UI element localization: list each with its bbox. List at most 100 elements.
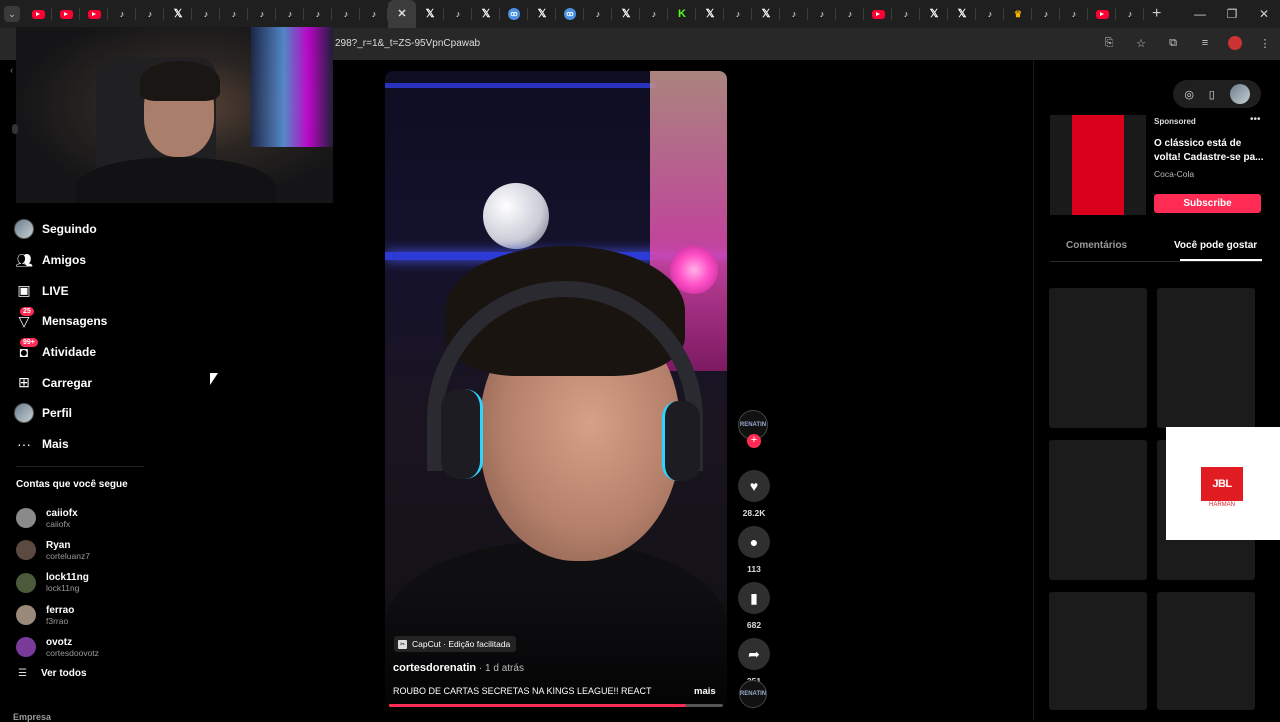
see-all-button[interactable]: ☰ Ver todos xyxy=(18,668,87,679)
share-button[interactable]: ➦ xyxy=(738,638,770,670)
browser-tab[interactable] xyxy=(1088,0,1116,28)
browser-tab[interactable]: ♪ xyxy=(248,0,276,28)
sidebar-item-perfil[interactable]: Perfil xyxy=(14,398,107,429)
browser-tab[interactable]: ♪ xyxy=(360,0,388,28)
sidebar-item-amigos[interactable]: 👥︎ Amigos xyxy=(14,245,107,276)
browser-tab[interactable]: 𝕏 xyxy=(920,0,948,28)
video-author[interactable]: cortesdorenatin · 1 d atrás xyxy=(393,662,524,674)
subscribe-button[interactable]: Subscribe xyxy=(1154,194,1261,213)
tab-you-may-like[interactable]: Você pode gostar xyxy=(1174,240,1257,251)
browser-tab[interactable]: ♪ xyxy=(1116,0,1144,28)
browser-tab[interactable]: 𝕏 xyxy=(472,0,500,28)
author-name[interactable]: cortesdorenatin xyxy=(393,662,476,674)
sidebar-item-mais[interactable]: ··· Mais xyxy=(14,429,107,460)
browser-tab[interactable]: ♪ xyxy=(640,0,668,28)
sidebar-item-live[interactable]: ▣ LIVE xyxy=(14,275,107,306)
ad-thumbnail[interactable] xyxy=(1050,115,1146,215)
browser-tab[interactable]: ✕ xyxy=(388,0,416,28)
browser-tab[interactable]: ♪ xyxy=(808,0,836,28)
sidebar-collapse-handle[interactable] xyxy=(12,124,18,134)
recommended-card[interactable] xyxy=(1049,288,1147,428)
browser-tab[interactable]: 𝕏 xyxy=(164,0,192,28)
browser-tab[interactable]: ♪ xyxy=(136,0,164,28)
following-account[interactable]: lock11ng lock11ng xyxy=(16,567,99,599)
browser-tab[interactable]: ♪ xyxy=(836,0,864,28)
browser-tab[interactable]: ♪ xyxy=(584,0,612,28)
meet-favicon-icon: ꝏ xyxy=(564,8,576,20)
recommended-card[interactable] xyxy=(1049,592,1147,710)
url-field[interactable]: 298?_r=1&_t=ZS-95VpnCpawab xyxy=(335,38,480,49)
browser-profile-avatar[interactable] xyxy=(1228,36,1242,50)
notification-badge: 99+ xyxy=(20,338,38,348)
video-progress-bar[interactable] xyxy=(389,704,723,707)
user-avatar[interactable] xyxy=(1229,84,1250,104)
like-button[interactable]: ♥ xyxy=(738,470,770,502)
install-app-icon[interactable]: ⎘ xyxy=(1100,34,1118,52)
ad-options-icon[interactable]: ••• xyxy=(1250,114,1261,125)
browser-tab[interactable]: ♪ xyxy=(892,0,920,28)
video-player[interactable] xyxy=(385,71,727,707)
browser-tab[interactable]: ♪ xyxy=(1060,0,1088,28)
restore-button[interactable]: ❐ xyxy=(1216,0,1248,28)
browser-tab[interactable]: 𝕏 xyxy=(948,0,976,28)
browser-tab[interactable]: ♛ xyxy=(1004,0,1032,28)
following-account[interactable]: caiiofx caiiofx xyxy=(16,502,99,534)
recommended-card[interactable] xyxy=(1157,288,1255,428)
bookmark-star-icon[interactable]: ☆ xyxy=(1132,34,1150,52)
browser-tab[interactable]: ♪ xyxy=(304,0,332,28)
browser-tab[interactable] xyxy=(80,0,108,28)
device-icon[interactable]: ▯ xyxy=(1209,88,1215,101)
browser-tab[interactable]: 𝕏 xyxy=(528,0,556,28)
browser-tab[interactable]: 𝕏 xyxy=(416,0,444,28)
recommended-card[interactable] xyxy=(1157,592,1255,710)
minimize-button[interactable]: — xyxy=(1184,0,1216,28)
jbl-logo: JBL xyxy=(1201,467,1243,501)
tab-comments[interactable]: Comentários xyxy=(1066,240,1127,251)
jbl-popup[interactable]: JBL HARMAN xyxy=(1166,427,1280,540)
browser-tab[interactable]: ♪ xyxy=(976,0,1004,28)
x-favicon-icon: 𝕏 xyxy=(425,7,435,20)
compass-icon[interactable]: ◎ xyxy=(1184,88,1194,101)
browser-tab[interactable]: ♪ xyxy=(444,0,472,28)
following-account[interactable]: ferrao f3rrao xyxy=(16,599,99,631)
follow-plus-button[interactable]: + xyxy=(747,434,761,448)
footer-company-label[interactable]: Empresa xyxy=(13,712,51,722)
browser-tab[interactable] xyxy=(24,0,52,28)
browser-tab[interactable]: ♪ xyxy=(780,0,808,28)
tab-search-button[interactable]: ⌄ xyxy=(4,6,20,22)
browser-menu-icon[interactable]: ⋮ xyxy=(1256,34,1274,52)
browser-tab[interactable] xyxy=(864,0,892,28)
browser-tab[interactable]: ♪ xyxy=(1032,0,1060,28)
back-icon[interactable]: ‹ xyxy=(10,65,13,76)
following-account[interactable]: ovotz cortesdoovotz xyxy=(16,631,99,663)
ad-title[interactable]: O clássico está de volta! Cadastre-se pa… xyxy=(1154,137,1264,165)
browser-tab[interactable]: ♪ xyxy=(108,0,136,28)
close-window-button[interactable]: ✕ xyxy=(1248,0,1280,28)
browser-tab[interactable]: ꝏ xyxy=(556,0,584,28)
save-button[interactable]: ▮ xyxy=(738,582,770,614)
media-control-icon[interactable]: ≡ xyxy=(1196,34,1214,52)
sidebar-item-atividade[interactable]: ◘ 99+ Atividade xyxy=(14,337,107,368)
sidebar-item-mensagens[interactable]: ▽ 25 Mensagens xyxy=(14,306,107,337)
sidebar-item-carregar[interactable]: ⊞ Carregar xyxy=(14,367,107,398)
browser-tab[interactable] xyxy=(52,0,80,28)
extensions-icon[interactable]: ⧉ xyxy=(1164,34,1182,52)
browser-tab[interactable]: ♪ xyxy=(332,0,360,28)
caption-more-button[interactable]: mais xyxy=(694,686,716,697)
browser-tab[interactable]: ♪ xyxy=(192,0,220,28)
browser-tab[interactable]: ♪ xyxy=(724,0,752,28)
browser-tab[interactable]: 𝕏 xyxy=(752,0,780,28)
browser-tab[interactable]: ♪ xyxy=(220,0,248,28)
browser-tab[interactable]: 𝕏 xyxy=(612,0,640,28)
sound-disc-avatar[interactable]: RENATIN xyxy=(739,680,767,708)
sidebar-item-seguindo[interactable]: Seguindo xyxy=(14,214,107,245)
capcut-tag[interactable]: ✂ CapCut · Edição facilitada xyxy=(394,636,517,652)
comment-button[interactable]: ● xyxy=(738,526,770,558)
following-account[interactable]: Ryan corteluanz7 xyxy=(16,534,99,566)
browser-tab[interactable]: K xyxy=(668,0,696,28)
browser-tab[interactable]: ♪ xyxy=(276,0,304,28)
browser-tab[interactable]: ꝏ xyxy=(500,0,528,28)
browser-tab[interactable]: 𝕏 xyxy=(696,0,724,28)
new-tab-button[interactable]: + xyxy=(1152,5,1161,23)
recommended-card[interactable] xyxy=(1049,440,1147,580)
